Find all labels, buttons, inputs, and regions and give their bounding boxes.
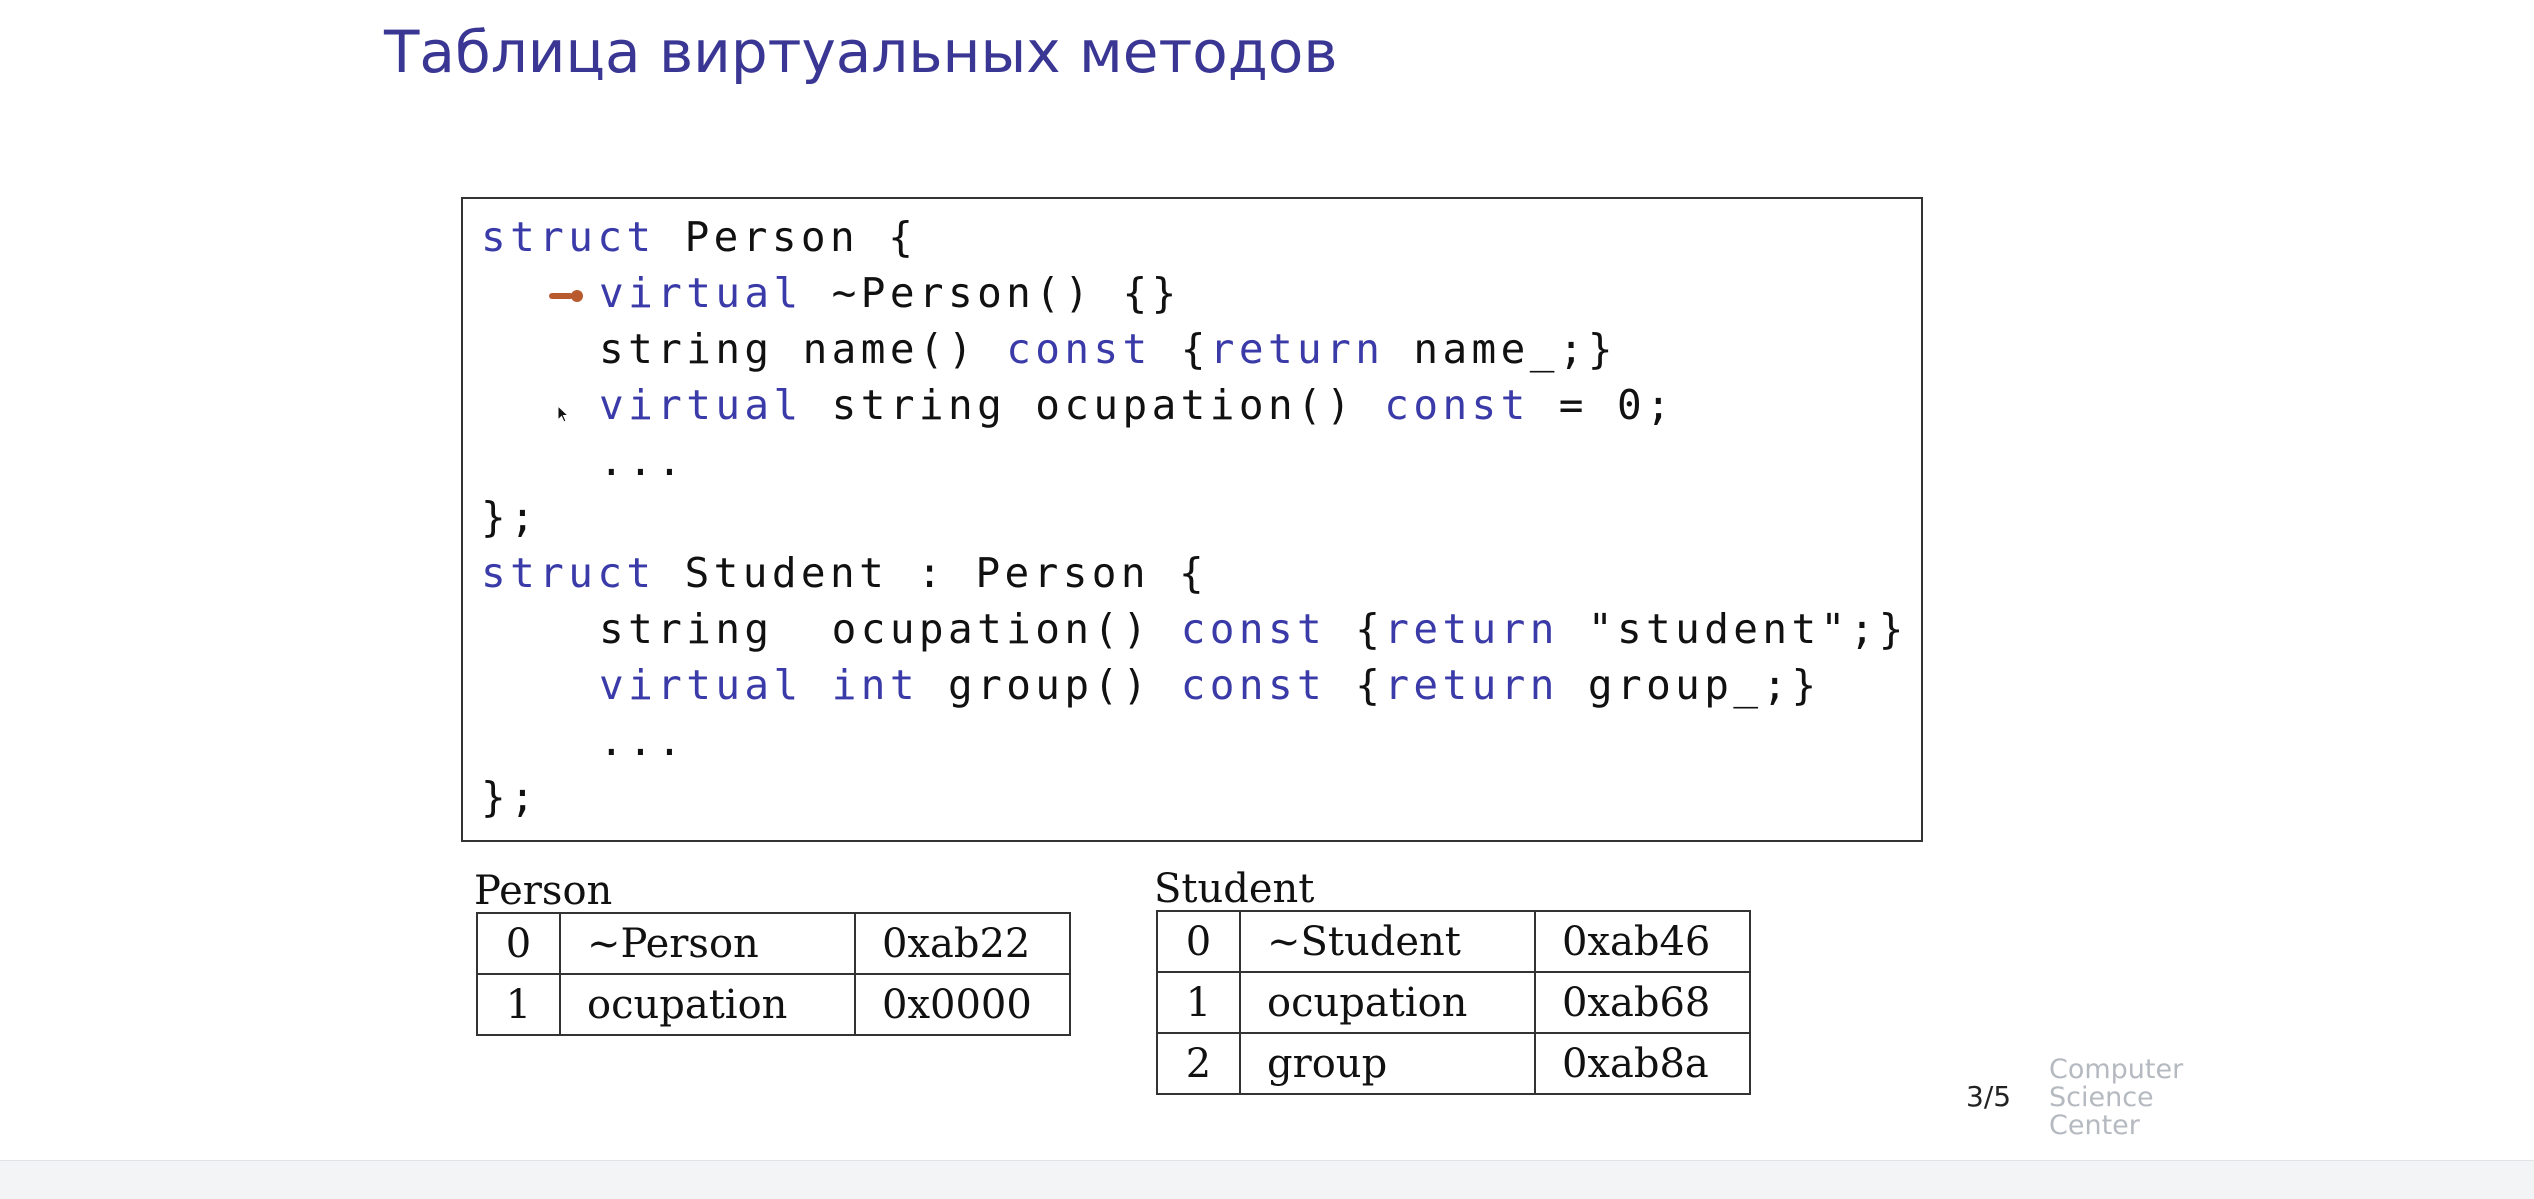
vtable-address: 0xab8a — [1534, 1032, 1751, 1095]
mouse-cursor-icon — [557, 405, 570, 423]
code-text: ~Person() {} — [802, 269, 1181, 317]
code-keyword: virtual — [599, 661, 803, 709]
code-text: { — [1326, 605, 1385, 653]
vtable-address: 0xab46 — [1534, 910, 1751, 973]
code-line: }; — [481, 773, 539, 829]
code-text: string name() — [599, 325, 1007, 373]
code-text: Student : Person { — [655, 549, 1209, 597]
table-row: 0 ~Student 0xab46 — [1156, 910, 1751, 973]
vtable-index: 2 — [1156, 1032, 1241, 1095]
player-bottom-bar — [0, 1160, 2534, 1199]
code-keyword: const — [1384, 381, 1530, 429]
person-vtable: 0 ~Person 0xab22 1 ocupation 0x0000 — [476, 912, 1071, 1036]
laser-pointer-arrow-icon — [549, 290, 583, 302]
student-vtable: 0 ~Student 0xab46 1 ocupation 0xab68 2 g… — [1156, 910, 1751, 1095]
code-keyword: const — [1180, 605, 1327, 653]
vtable-method: ~Person — [559, 912, 856, 975]
vtable-index: 1 — [1156, 971, 1241, 1034]
vtable-address: 0xab22 — [854, 912, 1071, 975]
code-text: = 0; — [1529, 381, 1676, 429]
code-text: string ocupation() — [599, 605, 1181, 653]
table-row: 2 group 0xab8a — [1156, 1032, 1751, 1095]
code-keyword: int — [831, 661, 919, 709]
code-line: virtual ~Person() {} — [481, 269, 1181, 325]
logo-line: Center — [2049, 1110, 2140, 1141]
code-text: ... — [599, 717, 687, 765]
code-text: name_;} — [1384, 325, 1617, 373]
vtable-index: 1 — [476, 973, 561, 1036]
code-keyword: virtual — [599, 269, 803, 317]
code-text: { — [1151, 325, 1210, 373]
student-vtable-caption: Student — [1154, 866, 1315, 912]
code-line: string name() const {return name_;} — [481, 325, 1617, 381]
code-line: virtual string ocupation() const = 0; — [481, 381, 1675, 437]
code-line: struct Person { — [481, 213, 917, 269]
code-text: "student";} — [1558, 605, 1908, 653]
code-line: ... — [481, 717, 686, 773]
code-line: virtual int group() const {return group_… — [481, 661, 1821, 717]
page-number: 3/5 — [1966, 1080, 2012, 1113]
vtable-method: ocupation — [1239, 971, 1536, 1034]
vtable-address: 0x0000 — [854, 973, 1071, 1036]
vtable-index: 0 — [1156, 910, 1241, 973]
code-keyword: struct — [481, 213, 656, 261]
code-line: ... — [481, 437, 686, 493]
person-vtable-caption: Person — [474, 868, 613, 914]
logo-line: Computer — [2049, 1054, 2184, 1085]
code-text: }; — [481, 493, 540, 541]
code-text: { — [1326, 661, 1385, 709]
logo-line: Science — [2049, 1082, 2154, 1113]
code-text: Person { — [655, 213, 918, 261]
code-text: ... — [599, 437, 687, 485]
vtable-method: ~Student — [1239, 910, 1536, 973]
code-keyword: struct — [481, 549, 656, 597]
table-row: 1 ocupation 0xab68 — [1156, 971, 1751, 1034]
csc-logo: Computer Science Center — [2049, 1056, 2183, 1140]
code-line: }; — [481, 493, 539, 549]
code-keyword: virtual — [599, 381, 803, 429]
code-keyword: return — [1209, 325, 1385, 373]
code-text: group_;} — [1558, 661, 1821, 709]
code-text: }; — [481, 773, 540, 821]
vtable-index: 0 — [476, 912, 561, 975]
slide-title: Таблица виртуальных методов — [384, 18, 1338, 86]
vtable-address: 0xab68 — [1534, 971, 1751, 1034]
vtable-method: ocupation — [559, 973, 856, 1036]
code-text: group() — [918, 661, 1181, 709]
vtable-method: group — [1239, 1032, 1536, 1095]
table-row: 1 ocupation 0x0000 — [476, 973, 1071, 1036]
table-row: 0 ~Person 0xab22 — [476, 912, 1071, 975]
code-keyword: const — [1180, 661, 1327, 709]
code-line: struct Student : Person { — [481, 549, 1208, 605]
code-line: string ocupation() const {return "studen… — [481, 605, 1908, 661]
code-keyword: const — [1006, 325, 1152, 373]
code-keyword: return — [1384, 605, 1559, 653]
code-listing: struct Person { virtual ~Person() {} str… — [461, 197, 1923, 842]
code-text: string ocupation() — [802, 381, 1385, 429]
code-keyword: return — [1384, 661, 1559, 709]
